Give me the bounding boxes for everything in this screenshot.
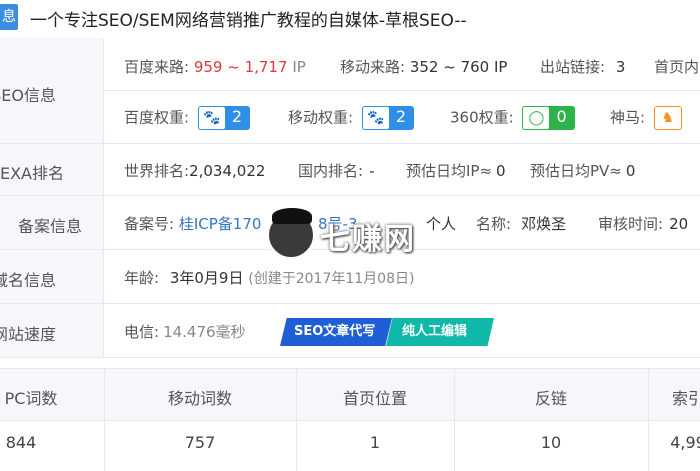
banner-seo-writing[interactable]: SEO文章代写	[280, 318, 392, 346]
page-header: 息 一个专注SEO/SEM网络营销推广教程的自媒体-草根SEO--	[0, 0, 700, 38]
keyword-stats-table: PC词数 移动词数 首页位置 反链 索引 844 757 1 10 4,99	[0, 368, 700, 471]
domain-label: 域名信息	[0, 271, 56, 287]
baidu-weight-badge[interactable]: 🐾 2	[197, 106, 251, 130]
stats-header-index: 索引	[671, 389, 700, 408]
shenma-weight: 神马: ♞	[610, 106, 682, 130]
mobile-weight-badge[interactable]: 🐾 2	[361, 106, 415, 130]
stats-backlinks-value[interactable]: 10	[454, 433, 648, 452]
daily-ip: 预估日均IP≈ 0	[406, 162, 506, 180]
header-badge: 息	[0, 4, 18, 30]
horse-icon: ♞	[654, 107, 681, 129]
mobile-weight: 移动权重: 🐾 2	[288, 106, 415, 130]
stats-pc-value[interactable]: 844	[0, 433, 42, 452]
paw-icon: 🐾	[362, 107, 389, 129]
stats-header-backlinks: 反链	[534, 389, 567, 408]
site-title[interactable]: 一个专注SEO/SEM网络营销推广教程的自媒体-草根SEO--	[30, 6, 467, 31]
banner-manual-edit[interactable]: 纯人工编辑	[386, 318, 494, 346]
beian-name: 名称: 邓焕圣	[476, 215, 567, 233]
daily-pv: 预估日均PV≈ 0	[530, 162, 636, 180]
weight-360-badge[interactable]: ◯ 0	[522, 106, 575, 130]
alexa-row: ALEXA排名 世界排名:2,034,022 国内排名:- 预估日均IP≈0 预…	[0, 144, 700, 196]
stats-header-mobile: 移动词数	[167, 389, 232, 408]
seo-info-row: SEO信息 百度来路: 959 ~ 1,717 IP 移动来路: 352 ~ 7…	[0, 38, 700, 144]
home-links: 首页内	[654, 58, 700, 76]
domestic-rank: 国内排名: -	[298, 162, 375, 180]
seo-info-label: SEO信息	[0, 86, 56, 102]
domain-age: 年龄: 3年0月9日 (创建于2017年11月08日)	[124, 269, 415, 287]
world-rank: 世界排名:2,034,022	[124, 162, 266, 180]
beian-number: 备案号: 桂ICP备170	[124, 215, 262, 233]
shenma-weight-badge[interactable]: ♞	[653, 106, 682, 130]
seo-service-banner[interactable]: SEO文章代写 纯人工编辑	[280, 318, 494, 346]
weight-360: 360权重: ◯ 0	[450, 106, 575, 130]
stats-index-value[interactable]: 4,99	[648, 433, 700, 452]
circle-360-icon: ◯	[523, 107, 550, 129]
baidu-traffic: 百度来路: 959 ~ 1,717 IP	[124, 58, 306, 76]
site-info-panel: SEO信息 百度来路: 959 ~ 1,717 IP 移动来路: 352 ~ 7…	[0, 38, 700, 358]
stats-header-pc: PC词数	[4, 389, 58, 408]
hat-icon	[272, 208, 312, 224]
speed-label: 网站速度	[0, 325, 56, 341]
beian-number-link[interactable]: 桂ICP备170	[179, 215, 262, 233]
beian-audit-time: 审核时间: 20	[598, 215, 689, 233]
stats-header-home: 首页位置	[342, 389, 407, 408]
watermark: 七赚网	[266, 208, 436, 268]
stats-mobile-value[interactable]: 757	[104, 433, 296, 452]
paw-icon: 🐾	[198, 107, 225, 129]
outbound-links: 出站链接: 3	[540, 58, 626, 76]
alexa-label: ALEXA排名	[0, 164, 64, 180]
divider	[104, 90, 700, 91]
telecom-speed: 电信: 14.476毫秒	[124, 323, 246, 341]
baidu-traffic-value[interactable]: 959 ~ 1,717	[194, 58, 288, 76]
baidu-weight: 百度权重: 🐾 2	[124, 106, 251, 130]
mobile-traffic: 移动来路: 352 ~ 760 IP	[340, 58, 508, 76]
stats-home-value[interactable]: 1	[296, 433, 454, 452]
beian-label: 备案信息	[17, 217, 82, 233]
